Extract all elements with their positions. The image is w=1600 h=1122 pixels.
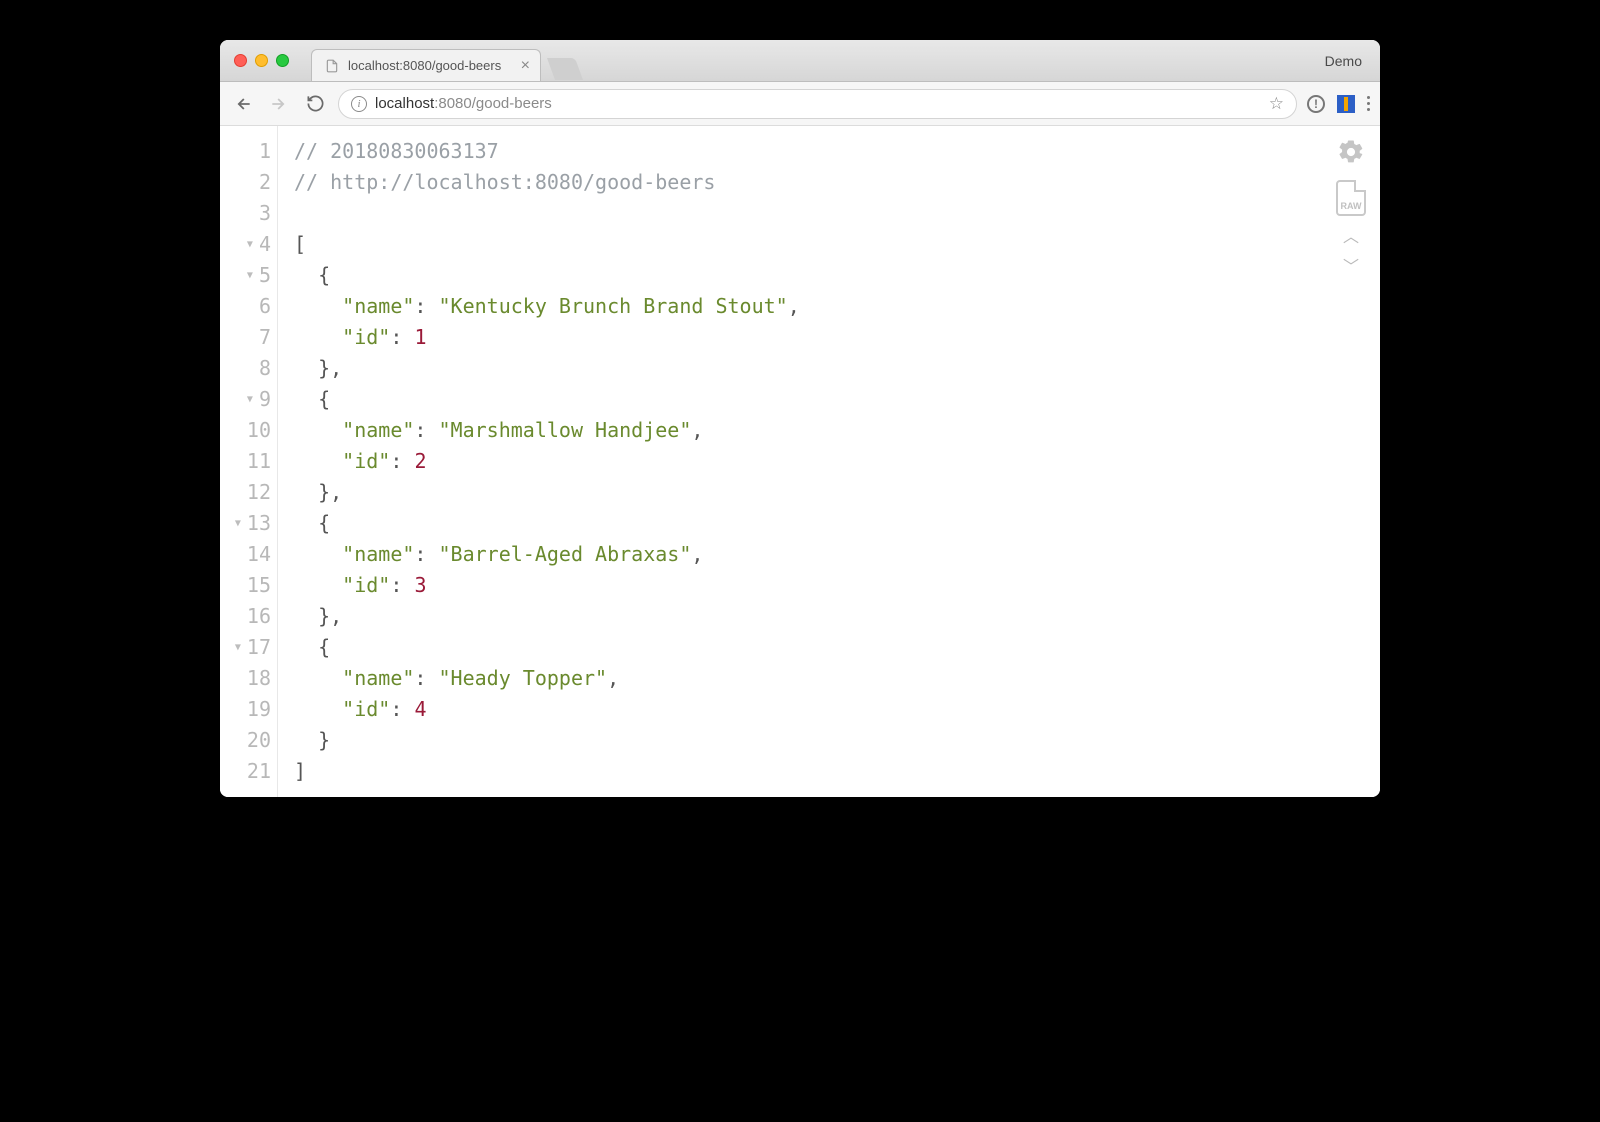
fold-toggle-icon[interactable]: ▼ [247, 384, 253, 415]
toolbar-right: ! [1307, 95, 1370, 113]
gutter-line: ▼9 [220, 384, 271, 415]
gutter-line: ▼13 [220, 508, 271, 539]
gutter-line: ▼17 [220, 632, 271, 663]
tab-strip: localhost:8080/good-beers × [311, 40, 579, 81]
profile-label[interactable]: Demo [1325, 53, 1362, 69]
line-number: 14 [247, 539, 271, 570]
line-number: 20 [247, 725, 271, 756]
line-number: 8 [259, 353, 271, 384]
address-text: localhost:8080/good-beers [375, 95, 552, 112]
gutter-line: ▼5 [220, 260, 271, 291]
close-window-button[interactable] [234, 54, 247, 67]
chevron-down-icon[interactable]: ﹀ [1343, 260, 1359, 276]
line-number: 1 [259, 136, 271, 167]
gutter-line: 2 [220, 167, 271, 198]
fold-toggle-icon[interactable]: ▼ [247, 260, 253, 291]
gutter-line: 8 [220, 353, 271, 384]
gutter-line: 20 [220, 725, 271, 756]
site-info-icon[interactable]: i [351, 96, 367, 112]
fold-toggle-icon[interactable]: ▼ [235, 632, 241, 663]
file-icon [324, 58, 340, 74]
titlebar: localhost:8080/good-beers × Demo [220, 40, 1380, 82]
back-button[interactable] [230, 91, 256, 117]
gutter-line: ▼4 [220, 229, 271, 260]
fold-toggle-icon[interactable]: ▼ [235, 508, 241, 539]
line-gutter: 123▼4▼5678▼9101112▼13141516▼1718192021 [220, 126, 278, 797]
new-tab-button[interactable] [547, 58, 583, 80]
line-number: 5 [259, 260, 271, 291]
gear-icon[interactable] [1337, 138, 1365, 166]
gutter-line: 11 [220, 446, 271, 477]
line-number: 18 [247, 663, 271, 694]
traffic-lights [220, 54, 289, 67]
gutter-line: 1 [220, 136, 271, 167]
line-number: 21 [247, 756, 271, 787]
line-number: 15 [247, 570, 271, 601]
browser-tab[interactable]: localhost:8080/good-beers × [311, 49, 541, 81]
line-number: 9 [259, 384, 271, 415]
line-number: 4 [259, 229, 271, 260]
line-number: 2 [259, 167, 271, 198]
address-bar[interactable]: i localhost:8080/good-beers ☆ [338, 89, 1297, 119]
gutter-line: 7 [220, 322, 271, 353]
line-number: 11 [247, 446, 271, 477]
gutter-line: 19 [220, 694, 271, 725]
gutter-line: 18 [220, 663, 271, 694]
bookmark-star-icon[interactable]: ☆ [1269, 94, 1284, 114]
alert-icon[interactable]: ! [1307, 95, 1325, 113]
gutter-line: 21 [220, 756, 271, 787]
line-number: 12 [247, 477, 271, 508]
gutter-line: 3 [220, 198, 271, 229]
gutter-line: 14 [220, 539, 271, 570]
line-number: 6 [259, 291, 271, 322]
code-view: // 20180830063137 // http://localhost:80… [278, 126, 1380, 797]
raw-button[interactable]: RAW [1336, 180, 1366, 216]
toolbar: i localhost:8080/good-beers ☆ ! [220, 82, 1380, 126]
gutter-line: 16 [220, 601, 271, 632]
line-number: 10 [247, 415, 271, 446]
gutter-line: 12 [220, 477, 271, 508]
fold-toggle-icon[interactable]: ▼ [247, 229, 253, 260]
minimize-window-button[interactable] [255, 54, 268, 67]
line-number: 3 [259, 198, 271, 229]
gutter-line: 15 [220, 570, 271, 601]
json-viewer-controls: RAW ︿ ﹀ [1336, 138, 1366, 276]
chevron-up-icon[interactable]: ︿ [1343, 230, 1359, 246]
gutter-line: 10 [220, 415, 271, 446]
line-number: 7 [259, 322, 271, 353]
gutter-line: 6 [220, 291, 271, 322]
forward-button[interactable] [266, 91, 292, 117]
close-tab-icon[interactable]: × [521, 58, 530, 74]
content-area: 123▼4▼5678▼9101112▼13141516▼1718192021 /… [220, 126, 1380, 797]
reload-button[interactable] [302, 91, 328, 117]
menu-button[interactable] [1367, 96, 1370, 111]
line-number: 17 [247, 632, 271, 663]
line-number: 13 [247, 508, 271, 539]
line-number: 16 [247, 601, 271, 632]
extension-icon[interactable] [1337, 95, 1355, 113]
tab-title: localhost:8080/good-beers [348, 58, 501, 73]
line-number: 19 [247, 694, 271, 725]
browser-window: localhost:8080/good-beers × Demo i local… [220, 40, 1380, 797]
maximize-window-button[interactable] [276, 54, 289, 67]
